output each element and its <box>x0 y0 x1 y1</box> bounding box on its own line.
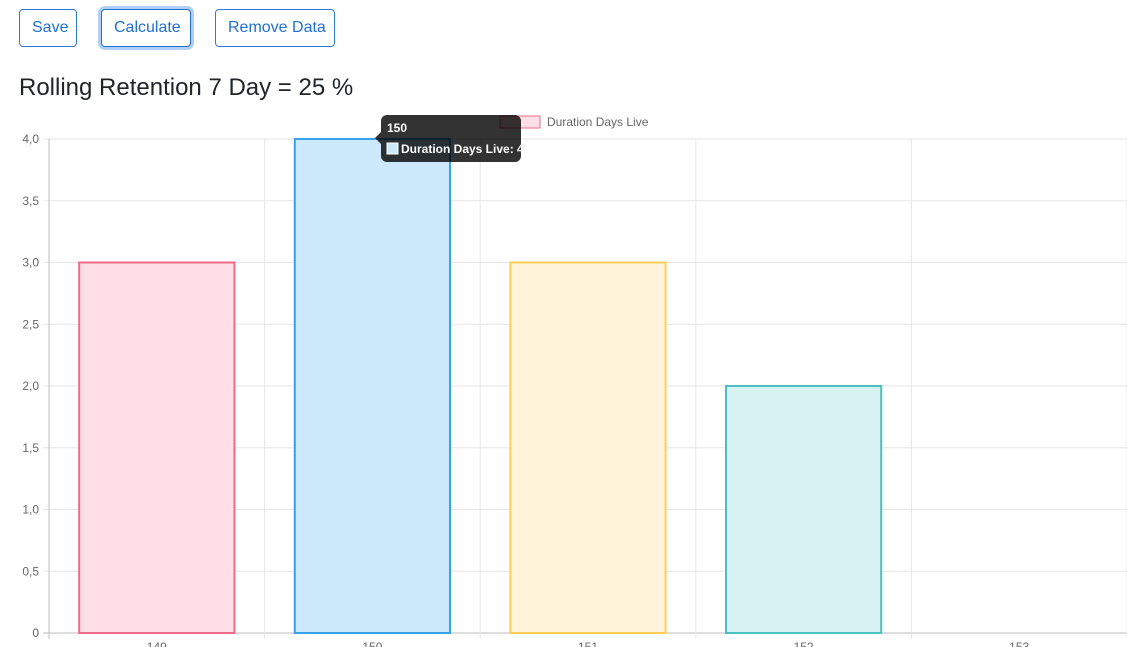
bar[interactable] <box>724 385 883 634</box>
tooltip-body: Duration Days Live: 4 <box>401 142 524 156</box>
y-tick-label: 0,5 <box>22 564 39 578</box>
x-tick-label: 153 <box>1009 640 1029 647</box>
x-tick-label: 151 <box>578 640 598 647</box>
y-tick-label: 1,0 <box>22 503 39 517</box>
legend-label[interactable]: Duration Days Live <box>547 115 649 129</box>
x-tick-label: 150 <box>362 640 382 647</box>
bar-chart: 0 0,5 1,0 1,5 2,0 2,5 3,0 3,5 4,0 149 150 151 152 153… <box>22 115 1127 647</box>
y-tick-label: 1,5 <box>22 441 39 455</box>
x-tick-label: 149 <box>147 640 167 647</box>
tooltip-title: 150 <box>387 121 407 135</box>
chart-tooltip: 150 Duration Days Live: 4 <box>375 115 524 162</box>
tooltip-swatch <box>386 142 399 155</box>
y-tick-label: 2,5 <box>22 317 39 331</box>
bar[interactable] <box>509 261 667 634</box>
y-tick-label: 3,5 <box>22 194 39 208</box>
x-tick-label: 152 <box>794 640 814 647</box>
y-tick-label: 3,0 <box>22 256 39 270</box>
chart-legend[interactable]: Duration Days Live <box>499 115 649 129</box>
bar[interactable] <box>78 261 236 634</box>
y-tick-label: 0 <box>32 626 39 640</box>
bar[interactable] <box>293 138 452 634</box>
y-tick-label: 4,0 <box>22 132 39 146</box>
y-tick-label: 2,0 <box>22 379 39 393</box>
